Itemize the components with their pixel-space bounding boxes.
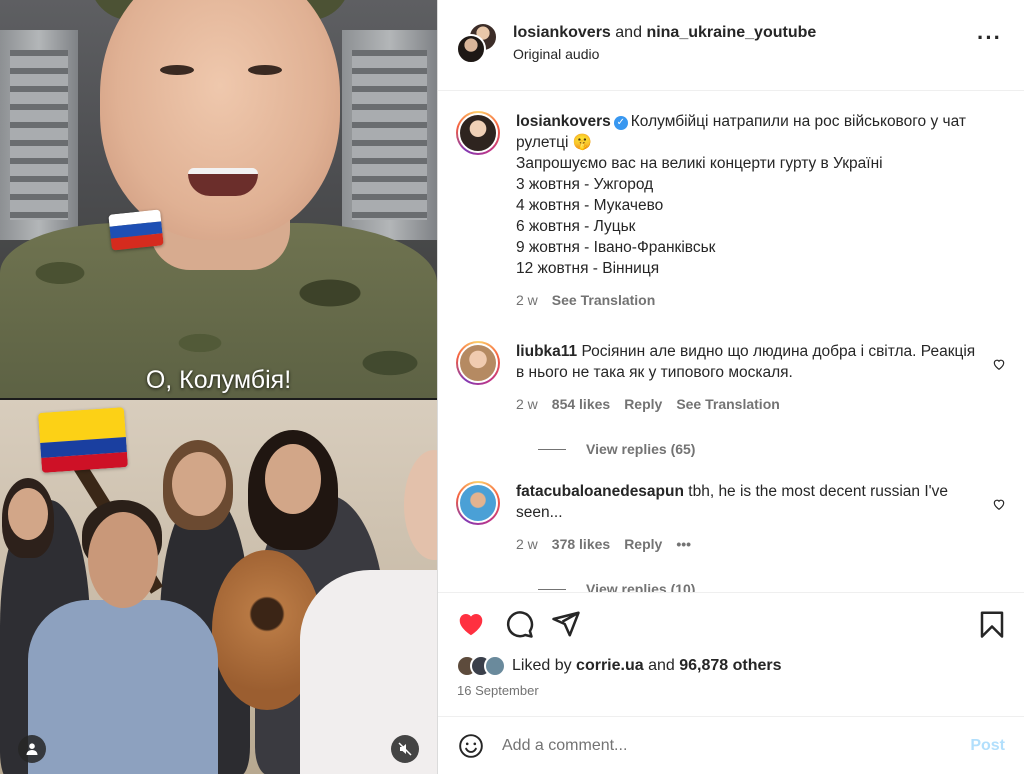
caption-line: 6 жовтня - Луцьк bbox=[516, 218, 636, 235]
post-date[interactable]: 16 September bbox=[457, 683, 539, 698]
caption-line: Запрошуємо вас на великі концерти гурту … bbox=[516, 155, 883, 172]
likes-count[interactable]: 854 likes bbox=[552, 394, 610, 415]
comment-body: liubka11 Росіянин але видно що людина до… bbox=[516, 341, 981, 415]
header-text: losiankovers and nina_ukraine_youtube Or… bbox=[513, 24, 816, 62]
comment: fatacubaloanedesapun tbh, he is the most… bbox=[456, 481, 1024, 555]
verified-badge-icon: ✓ bbox=[613, 116, 628, 130]
background-rack bbox=[0, 30, 78, 240]
comment-line: fatacubaloanedesapun tbh, he is the most… bbox=[516, 481, 981, 523]
head bbox=[265, 444, 321, 514]
divider-dash bbox=[538, 588, 566, 590]
likes-count[interactable]: 378 likes bbox=[552, 534, 610, 555]
video-frame-bottom bbox=[0, 400, 437, 774]
comment-line: liubka11 Росіянин але видно що людина до… bbox=[516, 341, 981, 383]
video-frame-top: О, Колумбія! bbox=[0, 0, 437, 398]
caption-line: 12 жовтня - Вінниця bbox=[516, 260, 660, 277]
see-translation-link[interactable]: See Translation bbox=[552, 290, 655, 311]
caption-line: 4 жовтня - Мукачево bbox=[516, 197, 664, 214]
see-translation-link[interactable]: See Translation bbox=[676, 394, 779, 415]
author-username-1[interactable]: losiankovers bbox=[513, 24, 611, 41]
comments-list[interactable]: losiankovers ✓ Колумбійці натрапили на рос… bbox=[438, 91, 1024, 592]
timestamp: 2 w bbox=[516, 292, 538, 308]
avatar bbox=[458, 343, 498, 383]
collab-joiner: and bbox=[615, 24, 642, 41]
timestamp: 2 w bbox=[516, 536, 538, 552]
comment-meta: 2 w 378 likes Reply ••• bbox=[516, 534, 981, 555]
collab-avatars[interactable] bbox=[456, 22, 498, 64]
comment-text: Росіянин але видно що людина добра і сві… bbox=[516, 343, 976, 381]
post-caption: losiankovers ✓ Колумбійці натрапили на рос… bbox=[456, 111, 1024, 311]
person-front bbox=[28, 600, 218, 774]
reply-button[interactable]: Reply bbox=[624, 534, 662, 555]
caption-meta: 2 w See Translation bbox=[516, 290, 981, 311]
caption-username[interactable]: losiankovers bbox=[516, 113, 611, 130]
caption-body: losiankovers ✓ Колумбійці натрапили на рос… bbox=[516, 111, 981, 311]
comment-body: fatacubaloanedesapun tbh, he is the most… bbox=[516, 481, 981, 555]
post-details-panel: losiankovers and nina_ukraine_youtube Or… bbox=[437, 0, 1024, 774]
audio-link[interactable]: Original audio bbox=[513, 46, 816, 62]
avatar bbox=[456, 34, 486, 64]
comment: liubka11 Росіянин але видно що людина до… bbox=[456, 341, 1024, 415]
head bbox=[172, 452, 226, 516]
caption-line: losiankovers ✓ Колумбійці натрапили на рос… bbox=[516, 111, 981, 153]
user-icon bbox=[26, 743, 38, 755]
emoji-icon[interactable] bbox=[458, 733, 484, 759]
eye bbox=[160, 65, 194, 75]
post-video[interactable]: О, Колумбія! bbox=[0, 0, 437, 774]
view-replies-label: View replies (10) bbox=[586, 581, 696, 592]
view-replies-label: View replies (65) bbox=[586, 441, 696, 457]
heart-outline-icon[interactable] bbox=[992, 357, 1006, 371]
avatar bbox=[458, 113, 498, 153]
header-line: losiankovers and nina_ukraine_youtube bbox=[513, 24, 816, 42]
view-replies-button[interactable]: View replies (65) bbox=[522, 441, 1024, 457]
more-options-button[interactable]: ··· bbox=[977, 27, 1002, 49]
liked-by: Liked by corrie.ua and 96,878 others bbox=[456, 655, 782, 677]
author-username-2[interactable]: nina_ukraine_youtube bbox=[646, 24, 816, 41]
heart-outline-icon[interactable] bbox=[992, 497, 1006, 511]
liked-by-user[interactable]: corrie.ua bbox=[576, 657, 644, 675]
post-actions: Liked by corrie.ua and 96,878 others 16 … bbox=[438, 592, 1024, 716]
caption-line: 3 жовтня - Ужгород bbox=[516, 176, 654, 193]
like-heart-filled-icon[interactable] bbox=[456, 609, 486, 639]
likes-total[interactable]: 96,878 others bbox=[679, 657, 781, 675]
liked-by-prefix: Liked by bbox=[512, 657, 572, 674]
mute-button[interactable] bbox=[391, 735, 419, 763]
comment-input[interactable] bbox=[502, 736, 932, 755]
save-bookmark-icon[interactable] bbox=[977, 609, 1007, 639]
comment-username[interactable]: fatacubaloanedesapun bbox=[516, 483, 684, 500]
background-rack bbox=[342, 30, 437, 240]
comment-meta: 2 w 854 likes Reply See Translation bbox=[516, 394, 981, 415]
video-caption: О, Колумбія! bbox=[145, 366, 292, 394]
eye bbox=[248, 65, 282, 75]
liked-by-and: and bbox=[648, 657, 675, 674]
view-replies-button[interactable]: View replies (10) bbox=[522, 581, 1024, 592]
head bbox=[88, 512, 158, 608]
head bbox=[404, 450, 437, 560]
soldier-face bbox=[100, 0, 340, 240]
story-ring[interactable] bbox=[456, 111, 500, 155]
timestamp: 2 w bbox=[516, 396, 538, 412]
share-icon[interactable] bbox=[551, 609, 581, 639]
divider-dash bbox=[538, 448, 566, 450]
colombia-flag-icon bbox=[38, 407, 128, 473]
story-ring[interactable] bbox=[456, 341, 500, 385]
tagged-users-button[interactable] bbox=[18, 735, 46, 763]
mouth bbox=[188, 168, 258, 196]
caption-line: 9 жовтня - Івано-Франківськ bbox=[516, 239, 716, 256]
comment-icon[interactable] bbox=[504, 609, 534, 639]
add-comment-bar: Post bbox=[438, 716, 1024, 774]
story-ring[interactable] bbox=[456, 481, 500, 525]
avatar bbox=[458, 483, 498, 523]
speaker-muted-icon bbox=[398, 742, 412, 756]
post-comment-button[interactable]: Post bbox=[970, 737, 1005, 755]
more-horizontal-icon: ··· bbox=[977, 25, 1002, 50]
russia-flag-icon bbox=[108, 209, 164, 251]
reply-button[interactable]: Reply bbox=[624, 394, 662, 415]
head bbox=[8, 488, 48, 540]
post-header: losiankovers and nina_ukraine_youtube Or… bbox=[438, 0, 1024, 91]
avatar bbox=[484, 655, 506, 677]
comment-username[interactable]: liubka11 bbox=[516, 343, 577, 360]
comment-options-button[interactable]: ••• bbox=[676, 534, 691, 555]
